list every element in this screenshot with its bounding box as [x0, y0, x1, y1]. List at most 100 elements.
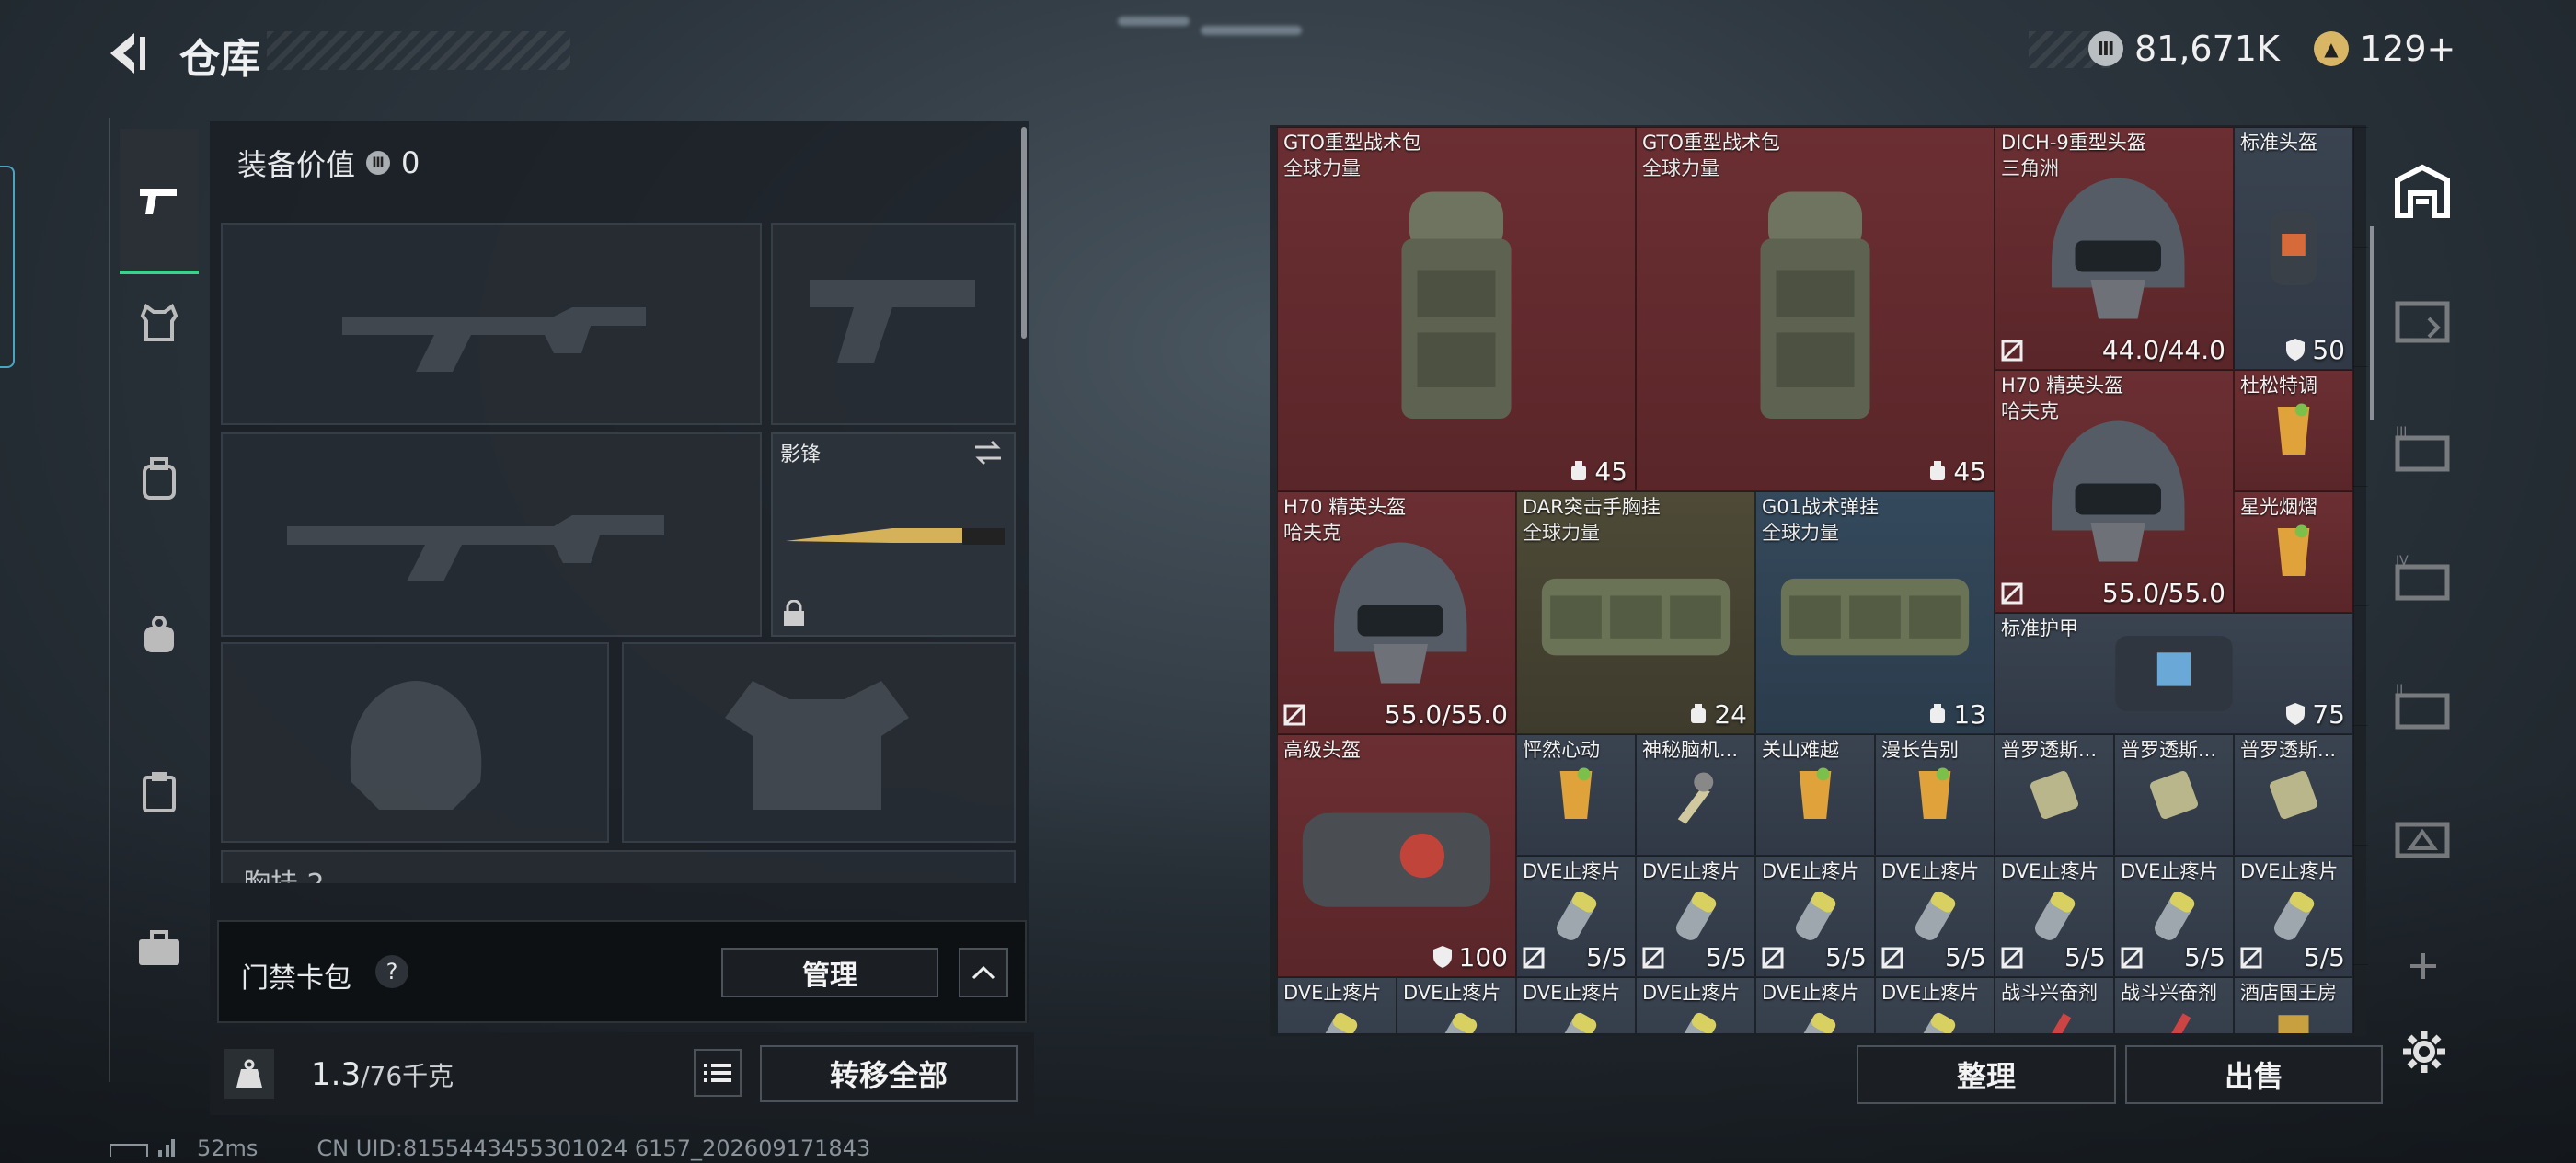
inventory-item[interactable]: G01战术弹挂 全球力量 13 [1755, 491, 1995, 734]
pistol-slot[interactable] [771, 223, 1016, 425]
inventory-item[interactable]: DAR突击手胸挂 全球力量 24 [1516, 491, 1755, 734]
inventory-item[interactable]: 高级头盔 100 [1277, 734, 1516, 977]
inventory-item[interactable]: 杜松特调 [2234, 370, 2353, 491]
inventory-item[interactable]: DVE止疼片 5/5 [1755, 856, 1875, 977]
nav-containers[interactable] [120, 753, 199, 832]
helmet-slot[interactable] [221, 642, 609, 843]
organize-button[interactable]: 整理 [1857, 1045, 2116, 1104]
item-subtitle: 全球力量 [1642, 157, 1719, 179]
item-name: 星光烟熠 [2240, 496, 2317, 518]
coin-icon: Ⅲ [366, 151, 391, 175]
background-light [1118, 17, 1190, 26]
warehouse-icon[interactable] [2392, 162, 2453, 223]
background-light [1201, 26, 1302, 35]
settings-gear-icon[interactable] [2401, 1029, 2447, 1075]
inventory-item[interactable]: DVE止疼片 [1516, 977, 1636, 1033]
inventory-item[interactable]: GTO重型战术包 全球力量 45 [1277, 127, 1636, 491]
inventory-item[interactable]: DVE止疼片 5/5 [1995, 856, 2114, 977]
primary-weapon-slot[interactable] [221, 223, 762, 425]
inventory-item[interactable]: 怦然心动 [1516, 734, 1636, 856]
inventory-item[interactable]: DICH-9重型头盔 三角洲 44.0/44.0 [1995, 127, 2234, 370]
inventory-item[interactable]: DVE止疼片 [1875, 977, 1995, 1033]
weight-value: 1.3/76千克 [311, 1056, 454, 1093]
inventory-item[interactable]: 普罗透斯... [2234, 734, 2353, 856]
inventory-item[interactable]: DVE止疼片 5/5 [2234, 856, 2353, 977]
briefcase-icon [139, 930, 179, 965]
no-trade-icon [1523, 947, 1545, 969]
item-name: 战斗兴奋剂 [2001, 982, 2098, 1004]
nav-bag[interactable] [120, 596, 199, 675]
item-name: DVE止疼片 [1762, 860, 1860, 882]
inventory-item[interactable]: DVE止疼片 5/5 [1516, 856, 1636, 977]
inventory-item[interactable]: DVE止疼片 5/5 [2114, 856, 2234, 977]
svg-text:II: II [2396, 683, 2403, 697]
storage-4-icon[interactable]: IV [2392, 548, 2453, 609]
inventory-item[interactable]: DVE止疼片 [1277, 977, 1397, 1033]
sell-button[interactable]: 出售 [2125, 1045, 2383, 1104]
inventory-item[interactable]: DVE止疼片 5/5 [1875, 856, 1995, 977]
list-view-button[interactable] [694, 1049, 742, 1097]
item-value: 75 [2284, 699, 2345, 730]
storage-5-icon[interactable] [2392, 806, 2453, 867]
item-name: DVE止疼片 [1403, 982, 1501, 1004]
inventory-item[interactable]: GTO重型战术包 全球力量 45 [1636, 127, 1995, 491]
page-title: 仓库 [179, 36, 260, 83]
inventory-item[interactable]: 标准护甲 75 [1995, 613, 2353, 734]
inventory-item[interactable]: H70 精英头盔 哈夫克 55.0/55.0 [1277, 491, 1516, 734]
armor-slot[interactable] [622, 642, 1016, 843]
manage-button[interactable]: 管理 [721, 948, 938, 997]
scrollbar[interactable] [1021, 127, 1027, 339]
inventory-item[interactable]: H70 精英头盔 哈夫克 55.0/55.0 [1995, 370, 2234, 613]
storage-2-icon[interactable]: II [2392, 677, 2453, 738]
inventory-item[interactable]: 普罗透斯... [1995, 734, 2114, 856]
no-trade-icon [2001, 582, 2023, 605]
item-name: DVE止疼片 [1642, 860, 1741, 882]
transfer-all-button[interactable]: 转移全部 [760, 1045, 1018, 1102]
inventory-item[interactable]: DVE止疼片 [1755, 977, 1875, 1033]
nav-backpack[interactable] [120, 440, 199, 519]
weight-badge [224, 1049, 274, 1099]
melee-slot[interactable]: 影锋 [771, 432, 1016, 637]
item-value: 5/5 [2064, 942, 2106, 973]
inventory-item[interactable]: 标准头盔 50 [2234, 127, 2353, 370]
collapse-button[interactable] [959, 948, 1008, 997]
edge-tab[interactable] [0, 166, 15, 368]
weight-bar: 1.3/76千克 转移全部 [210, 1032, 1034, 1115]
storage-1-icon[interactable] [2392, 291, 2453, 351]
no-trade-icon [2001, 340, 2023, 362]
inventory-item[interactable]: 神秘脑机... [1636, 734, 1755, 856]
nav-weapons[interactable] [120, 129, 199, 274]
inventory-item[interactable]: 酒店国王房 [2234, 977, 2353, 1033]
item-name: DVE止疼片 [1642, 982, 1741, 1004]
inventory-item[interactable]: 关山难越 [1755, 734, 1875, 856]
back-icon[interactable] [103, 28, 155, 79]
item-name: H70 精英头盔 [2001, 374, 2124, 397]
inventory-item[interactable]: 星光烟熠 [2234, 491, 2353, 613]
ping-text: 52ms [197, 1135, 259, 1161]
status-bar: 52ms CN UID:8155443455301024 6157_202609… [110, 1135, 870, 1161]
currency-coins[interactable]: Ⅲ 81,671K [2088, 26, 2280, 72]
item-name: 漫长告别 [1881, 739, 1959, 761]
inventory-item[interactable]: DVE止疼片 [1636, 977, 1755, 1033]
chest-rig-slot[interactable]: 胸挂 2 [221, 850, 1016, 883]
inventory-item[interactable]: DVE止疼片 5/5 [1636, 856, 1755, 977]
inventory-item[interactable]: 战斗兴奋剂 [2114, 977, 2234, 1033]
currency-tokens[interactable]: ▲ 129+ [2314, 26, 2455, 72]
grid-scrollbar[interactable] [2370, 226, 2374, 420]
storage-3-icon[interactable]: III [2392, 420, 2453, 480]
lock-icon [784, 600, 804, 626]
inventory-item[interactable]: DVE止疼片 [1397, 977, 1516, 1033]
item-name: DAR突击手胸挂 [1523, 496, 1661, 518]
nav-toolbox[interactable] [120, 909, 199, 988]
item-name: GTO重型战术包 [1642, 132, 1780, 154]
secondary-weapon-slot[interactable] [221, 432, 762, 637]
item-value: 13 [1927, 699, 1986, 730]
inventory-item[interactable]: 战斗兴奋剂 [1995, 977, 2114, 1033]
add-icon[interactable] [2405, 948, 2442, 985]
item-name: 普罗透斯... [2001, 739, 2098, 761]
nav-armor[interactable] [120, 283, 199, 363]
inventory-item[interactable]: 普罗透斯... [2114, 734, 2234, 856]
inventory-item[interactable]: 漫长告别 [1875, 734, 1995, 856]
help-icon[interactable]: ? [375, 955, 408, 988]
swap-icon[interactable] [972, 440, 1005, 466]
